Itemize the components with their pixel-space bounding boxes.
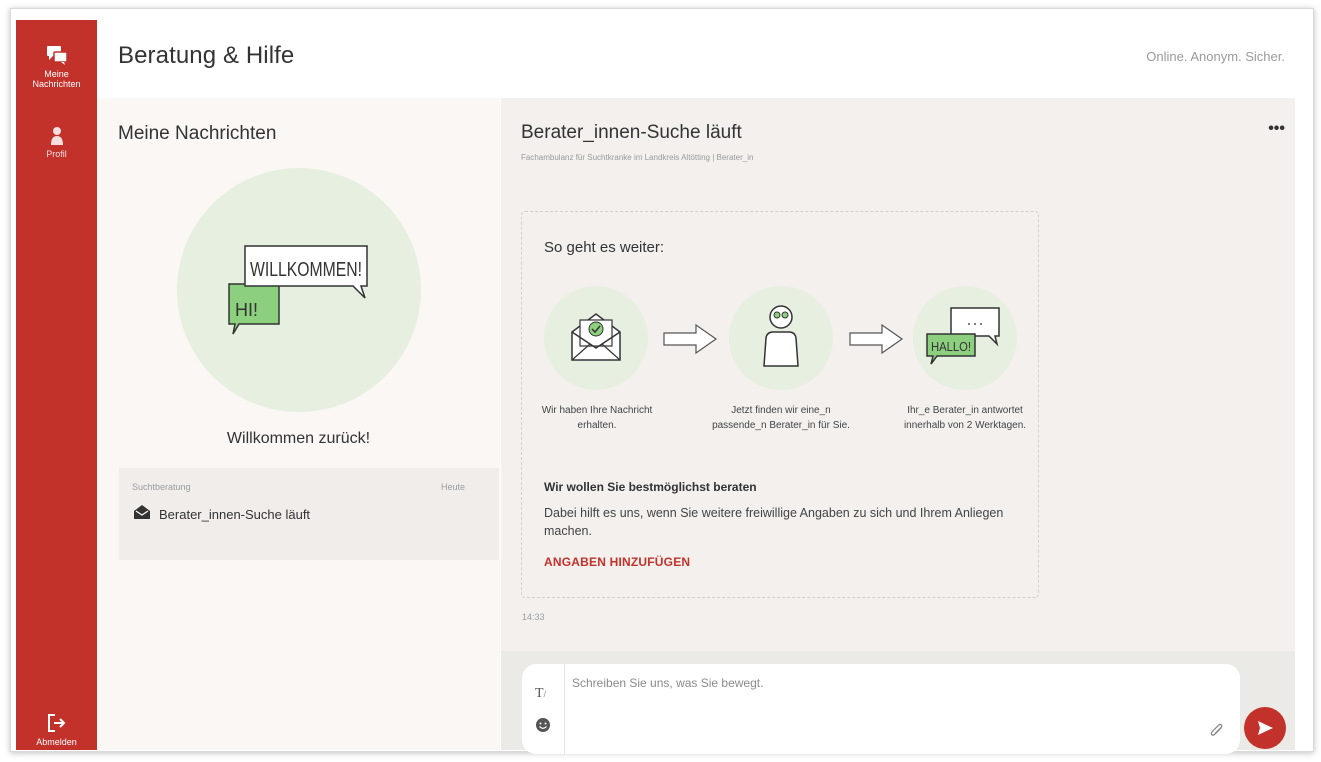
attachment-icon[interactable] — [1210, 722, 1224, 738]
step-text: Wir haben Ihre Nachricht erhalten. — [541, 405, 653, 431]
card-heading: So geht es weiter: — [544, 239, 665, 256]
list-title: Meine Nachrichten — [118, 123, 277, 144]
message-topic: Suchtberatung — [132, 482, 191, 492]
message-list-panel: Meine Nachrichten HI! WILLKOMMEN! Willko… — [97, 98, 500, 750]
step-text: Jetzt finden wir eine_n passende_n Berat… — [712, 405, 850, 431]
hallo-bubble-icon: HALLO! — [926, 307, 1000, 365]
send-icon — [1258, 721, 1273, 735]
arrow-right-icon — [663, 323, 718, 355]
step-text: Ihr_e Berater_in antwortet innerhalb von… — [903, 405, 1027, 431]
page-title: Beratung & Hilfe — [118, 42, 295, 69]
send-button[interactable] — [1244, 707, 1286, 749]
hallo-text: HALLO! — [931, 339, 971, 354]
tagline: Online. Anonym. Sicher. — [1146, 49, 1285, 64]
sidebar-item-messages[interactable]: Meine Nachrichten — [16, 44, 97, 89]
message-subject: Berater_innen-Suche läuft — [159, 507, 311, 522]
composer-toolbar: T/ — [522, 664, 565, 754]
add-details-link[interactable]: ANGABEN HINZUFÜGEN — [544, 555, 690, 569]
message-input[interactable] — [570, 674, 1174, 738]
card-body: Dabei hilft es uns, wenn Sie weitere fre… — [544, 506, 1004, 538]
step-searching — [729, 286, 833, 390]
welcome-text: Willkommen zurück! — [226, 430, 371, 447]
message-time: 14:33 — [522, 612, 545, 622]
welcome-illustration: HI! WILLKOMMEN! — [177, 168, 421, 412]
chat-subtitle: Fachambulanz für Suchtkranke im Landkrei… — [521, 153, 754, 162]
chat-bubbles-icon — [46, 46, 68, 65]
emoji-icon[interactable] — [535, 717, 551, 733]
welcome-bubble-big: WILLKOMMEN! — [250, 259, 362, 281]
chat-title: Berater_innen-Suche läuft — [521, 122, 742, 143]
person-icon — [50, 127, 63, 145]
sidebar-item-label: Profil — [46, 149, 67, 159]
logout-label: Abmelden — [36, 737, 77, 747]
sidebar-item-profile[interactable]: Profil — [16, 126, 97, 159]
envelope-check-icon — [571, 313, 621, 361]
text-format-button[interactable]: T/ — [535, 686, 546, 702]
more-options-button[interactable]: ••• — [1268, 121, 1285, 137]
card-subheading: Wir wollen Sie bestmöglichst beraten — [544, 480, 757, 494]
welcome-bubble-small: HI! — [235, 300, 258, 320]
logout-icon — [47, 714, 65, 732]
composer-box: T/ — [522, 664, 1240, 754]
person-search-icon — [763, 305, 799, 367]
message-composer: T/ — [501, 651, 1295, 754]
sidebar-item-label: Meine Nachrichten — [32, 69, 81, 89]
logout-button[interactable]: Abmelden — [16, 712, 97, 747]
arrow-right-icon — [849, 323, 904, 355]
text-format-icon: T — [535, 686, 544, 701]
list-item[interactable]: Suchtberatung Heute Berater_innen-Suche … — [119, 468, 499, 560]
open-envelope-icon — [134, 505, 150, 519]
step-answer: HALLO! — [913, 286, 1017, 390]
step-received — [544, 286, 648, 390]
info-card: So geht es weiter: HALLO! Wir haben Ihre… — [521, 211, 1039, 598]
sidebar: Meine Nachrichten Profil Abmelden — [16, 20, 97, 750]
message-date: Heute — [440, 482, 465, 492]
